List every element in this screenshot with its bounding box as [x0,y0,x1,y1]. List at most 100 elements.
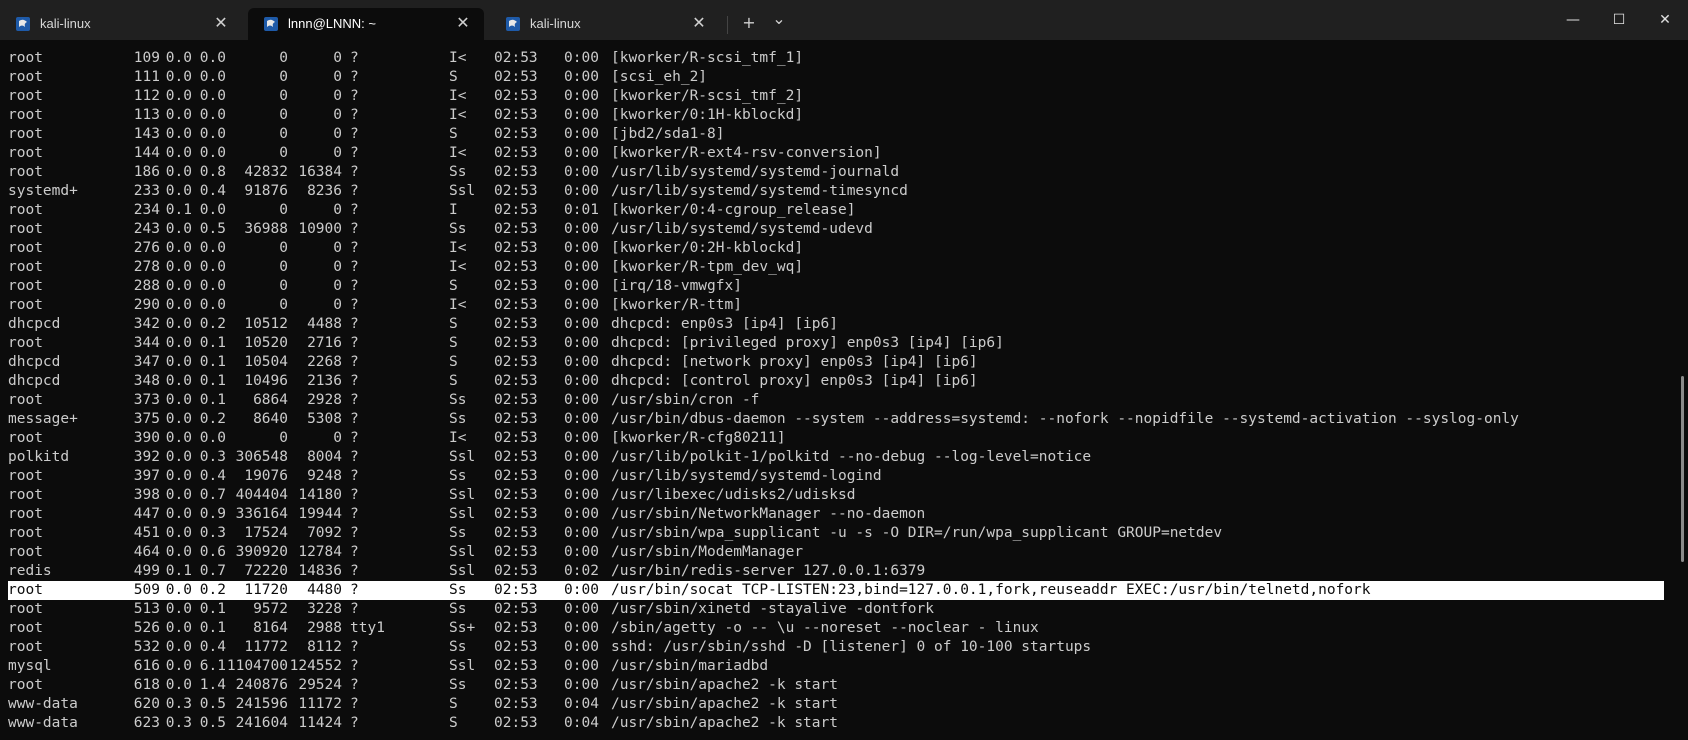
cell-user: dhcpcd [8,373,61,389]
process-row[interactable]: root 288 0.0 0.0 0 0? S 02:53 0:00 [irq/18-vmwgfx… [8,277,1664,296]
cell-start: 02:53 [494,563,538,579]
cell-time: 0:00 [564,316,599,332]
cell-start: 02:53 [494,696,538,712]
cell-start: 02:53 [494,88,538,104]
cell-command: [kworker/R-tpm_dev_wq] [611,259,804,275]
cell-time: 0:00 [564,183,599,199]
cell-command: [kworker/R-ext4-rsv-conversion] [611,145,882,161]
process-row[interactable]: root 526 0.0 0.1 8164 2988 tty1 Ss+ 02:53 0:00/sb… [8,619,1664,638]
process-row[interactable]: root 186 0.0 0.8 42832 16384? Ss 02:53 0:00/usr/… [8,163,1664,182]
cell-tty: ? [350,639,359,655]
process-row[interactable]: redis 499 0.1 0.7 72220 14836? Ssl 02:53 0:02/us… [8,562,1664,581]
process-row[interactable]: root 276 0.0 0.0 0 0? I< 02:53 0:00 [kworker/0:2H… [8,239,1664,258]
process-row[interactable]: root 243 0.0 0.5 36988 10900? Ss 02:53 0:00/usr/… [8,220,1664,239]
cell-start: 02:53 [494,221,538,237]
process-row[interactable]: root 143 0.0 0.0 0 0? S 02:53 0:00 [jbd2/sda1-8] [8,125,1664,144]
cell-tty: ? [350,50,359,66]
tab-title: kali-linux [40,16,91,31]
process-row[interactable]: dhcpcd 348 0.0 0.1 10496 2136? S 02:53 0:00 dhcpc… [8,372,1664,391]
cell-rss: 4480 [307,582,342,598]
kali-icon [16,17,30,31]
cell-time: 0:00 [564,126,599,142]
cell-time: 0:00 [564,164,599,180]
close-icon[interactable]: ✕ [212,14,230,32]
process-row[interactable]: root 113 0.0 0.0 0 0? I< 02:53 0:00 [kworker/0:1H… [8,106,1664,125]
cell-rss: 14836 [298,563,342,579]
cell-user: dhcpcd [8,316,61,332]
terminal-output[interactable]: root 109 0.0 0.0 0 0? I< 02:53 0:00 [kworker/R-sc… [0,40,1688,740]
cell-user: www-data [8,715,78,731]
cell-command: [jbd2/sda1-8] [611,126,725,142]
process-row[interactable]: www-data 623 0.3 0.5 241604 11424? S 02:53 0:04/… [8,714,1664,733]
cell-stat: I< [449,50,467,66]
tab-lnnn-home[interactable]: lnnn@LNNN: ~ ✕ [248,8,484,40]
cell-stat: Ss [449,582,467,598]
cell-user: root [8,202,43,218]
tab-bar: kali-linux ✕ lnnn@LNNN: ~ ✕ kali-linux ✕… [0,0,1688,40]
cell-time: 0:00 [564,297,599,313]
process-row[interactable]: root 398 0.0 0.7 404404 14180? Ssl 02:53 0:00/us… [8,486,1664,505]
cell-user: root [8,582,43,598]
minimize-button[interactable]: — [1550,0,1596,40]
tab-separator [727,16,728,34]
cell-time: 0:00 [564,487,599,503]
process-row[interactable]: dhcpcd 342 0.0 0.2 10512 4488? S 02:53 0:00 dhcpc… [8,315,1664,334]
cell-time: 0:00 [564,278,599,294]
process-row[interactable]: root 290 0.0 0.0 0 0? I< 02:53 0:00 [kworker/R-tt… [8,296,1664,315]
cell-time: 0:00 [564,620,599,636]
process-row[interactable]: root 464 0.0 0.6 390920 12784? Ssl 02:53 0:00/us… [8,543,1664,562]
scrollbar-thumb[interactable] [1681,376,1684,562]
cell-tty: ? [350,107,359,123]
process-row[interactable]: root 144 0.0 0.0 0 0? I< 02:53 0:00 [kworker/R-ex… [8,144,1664,163]
cell-command: /usr/bin/redis-server 127.0.0.1:6379 [611,563,926,579]
process-row[interactable]: mysql 616 0.0 6.1 1104700 124552? Ssl 02:53 0:00… [8,657,1664,676]
cell-rss: 12784 [298,544,342,560]
process-row[interactable]: root 373 0.0 0.1 6864 2928? Ss 02:53 0:00/usr/sb… [8,391,1664,410]
cell-stat: S [449,715,458,731]
close-window-button[interactable]: ✕ [1642,0,1688,40]
tab-kali-linux-1[interactable]: kali-linux ✕ [0,8,242,40]
maximize-button[interactable]: ☐ [1596,0,1642,40]
process-row[interactable]: root 618 0.0 1.4 240876 29524? Ss 02:53 0:00/usr… [8,676,1664,695]
process-row[interactable]: polkitd 392 0.0 0.3 306548 8004? Ssl 02:53 0:00/… [8,448,1664,467]
process-row[interactable]: systemd+ 233 0.0 0.4 91876 8236? Ssl 02:53 0:00/… [8,182,1664,201]
cell-rss: 0 [333,430,342,446]
cell-start: 02:53 [494,373,538,389]
process-row[interactable]: root 344 0.0 0.1 10520 2716? S 02:53 0:00 dhcpcd:… [8,334,1664,353]
cell-command: /usr/sbin/NetworkManager --no-daemon [611,506,926,522]
process-row[interactable]: root 234 0.1 0.0 0 0? I 02:53 0:01 [kworker/0:4-c… [8,201,1664,220]
cell-user: message+ [8,411,78,427]
process-row[interactable]: root 451 0.0 0.3 17524 7092? Ss 02:53 0:00/usr/s… [8,524,1664,543]
cell-command: /usr/sbin/ModemManager [611,544,804,560]
process-row[interactable]: root 447 0.0 0.9 336164 19944? Ssl 02:53 0:00/us… [8,505,1664,524]
process-row[interactable]: root 109 0.0 0.0 0 0? I< 02:53 0:00 [kworker/R-sc… [8,49,1664,68]
process-row[interactable]: root 532 0.0 0.4 11772 8112? Ss 02:53 0:00 sshd: … [8,638,1664,657]
cell-user: root [8,620,43,636]
process-row[interactable]: message+ 375 0.0 0.2 8640 5308? Ss 02:53 0:00/us… [8,410,1664,429]
process-row[interactable]: root 390 0.0 0.0 0 0? I< 02:53 0:00 [kworker/R-cf… [8,429,1664,448]
new-tab-button[interactable]: + [735,10,763,36]
cell-stat: Ssl [449,506,476,522]
cell-user: root [8,677,43,693]
cell-rss: 11424 [298,715,342,731]
cell-command: /usr/lib/systemd/systemd-logind [611,468,882,484]
cell-rss: 4488 [307,316,342,332]
process-row[interactable]: root 397 0.0 0.4 19076 9248? Ss 02:53 0:00/usr/l… [8,467,1664,486]
cell-tty: ? [350,582,359,598]
cell-user: root [8,544,43,560]
process-row[interactable]: root 513 0.0 0.1 9572 3228? Ss 02:53 0:00/usr/sb… [8,600,1664,619]
process-row[interactable]: root 278 0.0 0.0 0 0? I< 02:53 0:00 [kworker/R-tp… [8,258,1664,277]
process-row[interactable]: dhcpcd 347 0.0 0.1 10504 2268? S 02:53 0:00 dhcpc… [8,353,1664,372]
close-icon[interactable]: ✕ [454,14,472,32]
cell-stat: I< [449,240,467,256]
cell-command: /usr/sbin/wpa_supplicant -u -s -O DIR=/r… [611,525,1223,541]
tab-dropdown-button[interactable]: ⌄ [765,6,793,32]
process-row[interactable]: www-data 620 0.3 0.5 241596 11172? S 02:53 0:04/… [8,695,1664,714]
kali-icon [264,17,278,31]
cell-user: root [8,240,43,256]
process-row[interactable]: root 112 0.0 0.0 0 0? I< 02:53 0:00 [kworker/R-sc… [8,87,1664,106]
tab-kali-linux-2[interactable]: kali-linux ✕ [490,8,720,40]
process-row[interactable]: root 111 0.0 0.0 0 0? S 02:53 0:00 [scsi_eh_2] [8,68,1664,87]
close-icon[interactable]: ✕ [690,14,708,32]
process-row-selected[interactable]: root 509 0.0 0.2 11720 4480? Ss 02:53 0:00/usr/b… [8,581,1664,600]
